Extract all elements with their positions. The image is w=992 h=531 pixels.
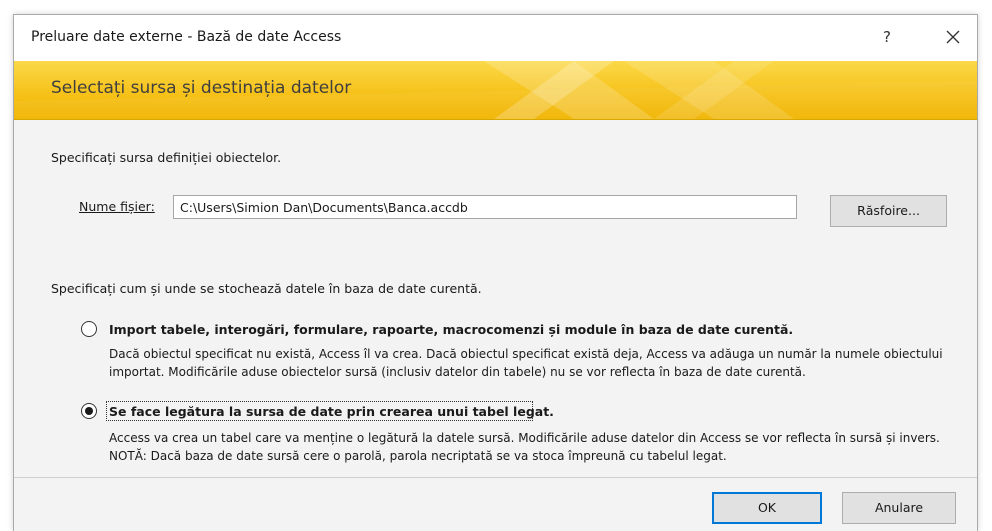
title-bar: Preluare date externe - Bază de date Acc… <box>14 15 977 61</box>
import-option-description: Dacă obiectul specificat nu există, Acce… <box>109 347 943 379</box>
storage-instruction: Specificați cum și unde se stochează dat… <box>51 281 482 296</box>
header-banner: Selectați sursa și destinația datelor <box>14 61 977 119</box>
close-button[interactable] <box>939 23 967 51</box>
file-name-label: Nume fișier: <box>79 199 155 214</box>
help-button[interactable]: ? <box>875 25 899 49</box>
link-option-title[interactable]: Se face legătura la sursa de date prin c… <box>109 404 554 419</box>
file-name-input[interactable] <box>173 195 797 219</box>
banner-heading: Selectați sursa și destinația datelor <box>51 78 352 98</box>
cancel-button[interactable]: Anulare <box>842 492 956 524</box>
banner-divider <box>14 119 977 120</box>
import-option-radio[interactable] <box>81 321 97 337</box>
close-icon <box>946 30 960 44</box>
source-instruction: Specificați sursa definiției obiectelor. <box>51 150 282 165</box>
import-dialog: Preluare date externe - Bază de date Acc… <box>13 14 978 531</box>
dialog-footer: OK Anulare <box>14 477 977 531</box>
browse-button[interactable]: Răsfoire... <box>830 195 947 227</box>
import-option-title[interactable]: Import tabele, interogări, formulare, ra… <box>109 322 793 337</box>
window-title: Preluare date externe - Bază de date Acc… <box>31 29 342 45</box>
ok-button[interactable]: OK <box>712 492 822 524</box>
file-name-label-text: Nume fișier: <box>79 199 155 214</box>
link-option-radio[interactable] <box>81 403 97 419</box>
link-option-description: Access va crea un tabel care va menține … <box>109 431 940 463</box>
